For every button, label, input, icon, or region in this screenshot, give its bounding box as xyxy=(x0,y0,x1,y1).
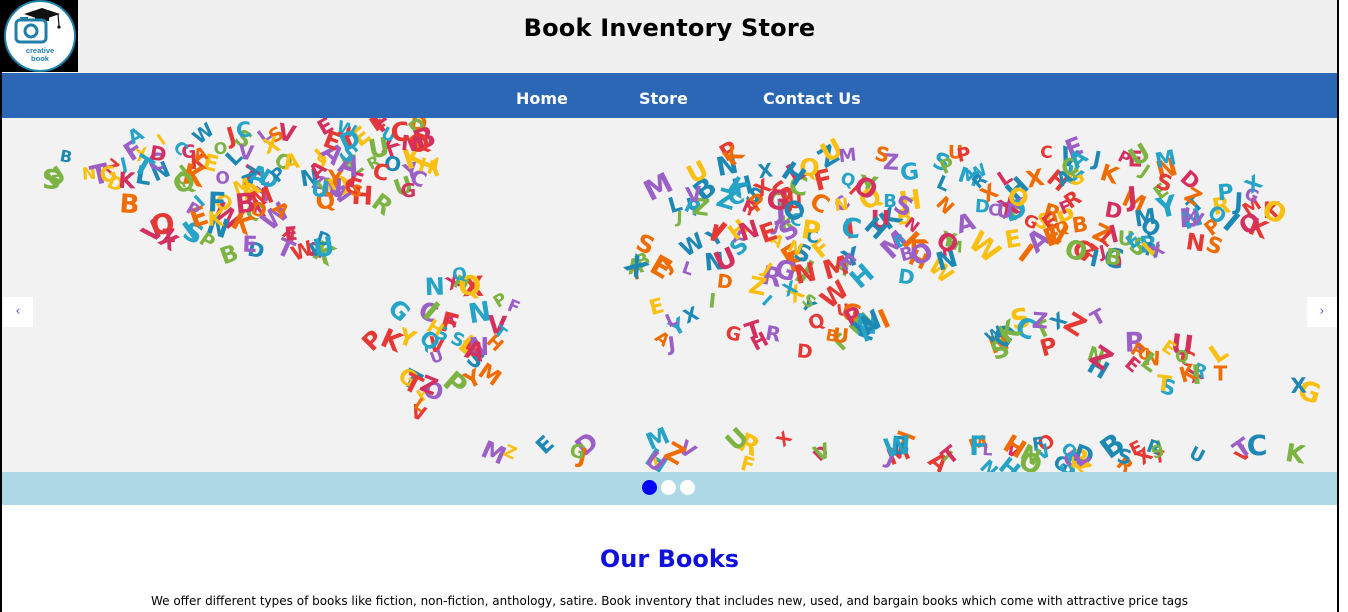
map-letter: Z xyxy=(1031,309,1049,335)
map-letter: F xyxy=(50,171,64,192)
map-letter: Q xyxy=(805,309,828,336)
map-letter: C xyxy=(235,118,252,143)
carousel-next-button[interactable]: › xyxy=(1307,297,1337,327)
map-letter: I xyxy=(707,288,717,313)
our-books-section: Our Books We offer different types of bo… xyxy=(2,505,1337,612)
map-letter: B xyxy=(217,240,242,270)
carousel-prev-button[interactable]: ‹ xyxy=(3,297,33,327)
image-carousel: NUEZOGJGFQVDWJYZUSADJAKYWPKRSVKSEARKONOA… xyxy=(2,118,1337,472)
alphabet-world-map-image: N UEZOGJGFQVDWJYZU SADJ AK YWPKRSVKSEA RKONOA… xyxy=(41,118,1324,472)
site-title: Book Inventory Store xyxy=(523,14,816,42)
map-letter: C xyxy=(839,212,864,246)
map-letter: N xyxy=(833,195,849,216)
map-letter: K xyxy=(1283,438,1308,470)
page: creative book Book Inventory Store Home … xyxy=(2,0,1337,612)
map-letter: L xyxy=(933,171,953,196)
section-title: Our Books xyxy=(599,545,740,573)
map-letter: D xyxy=(1103,197,1124,224)
map-letter: U xyxy=(1186,443,1209,468)
map-letter: P xyxy=(955,143,973,167)
map-letter: U xyxy=(309,177,330,204)
map-letter: T xyxy=(1155,371,1173,398)
map-letter: G xyxy=(899,159,921,187)
map-letter: P xyxy=(1037,333,1060,362)
map-letter: U xyxy=(311,231,337,264)
map-letter: X xyxy=(773,428,796,451)
map-letter: D xyxy=(796,340,814,363)
map-letter: Z xyxy=(1058,307,1091,344)
map-letter: B xyxy=(58,146,73,167)
map-letter: O xyxy=(215,168,231,189)
carousel-dot-1[interactable] xyxy=(642,480,657,495)
map-letter: W xyxy=(881,430,913,463)
map-letter: F xyxy=(969,431,988,462)
nav-store-link[interactable]: Store xyxy=(639,89,688,108)
map-letter: Q xyxy=(451,263,470,286)
main-navbar: Home Store Contact Us xyxy=(2,73,1337,118)
map-letter: V xyxy=(810,438,835,467)
scrollbar-track[interactable] xyxy=(1339,0,1348,612)
map-letter: K xyxy=(1097,160,1123,190)
map-letter: B xyxy=(119,189,141,220)
map-letter: B xyxy=(234,187,258,220)
nav-contact-us-link[interactable]: Contact Us xyxy=(763,89,861,108)
map-letter: V xyxy=(237,140,255,165)
map-letter: M xyxy=(838,144,858,167)
map-letter: G xyxy=(382,294,415,328)
map-letter: E xyxy=(532,431,560,460)
logo-text-book: book xyxy=(31,54,50,63)
map-letter: C xyxy=(1040,143,1052,163)
carousel-dot-2[interactable] xyxy=(661,480,676,495)
section-description: We offer different types of books like f… xyxy=(150,594,1189,608)
carousel-dot-3[interactable] xyxy=(680,480,695,495)
map-letter: U xyxy=(995,198,1015,224)
nav-home-link[interactable]: Home xyxy=(516,89,568,108)
map-letter: X xyxy=(1024,165,1047,194)
carousel-indicators xyxy=(2,472,1337,505)
map-letter: R xyxy=(764,320,783,346)
map-letter: O xyxy=(213,138,228,158)
map-letter: N xyxy=(424,273,445,302)
map-letter: C xyxy=(389,118,412,149)
map-letter: X xyxy=(1290,373,1307,398)
map-letter: G xyxy=(723,322,743,347)
map-letter: F xyxy=(207,187,227,219)
map-letter: M xyxy=(1153,145,1178,173)
map-letter: A xyxy=(281,148,302,175)
map-letter: E xyxy=(242,233,258,259)
